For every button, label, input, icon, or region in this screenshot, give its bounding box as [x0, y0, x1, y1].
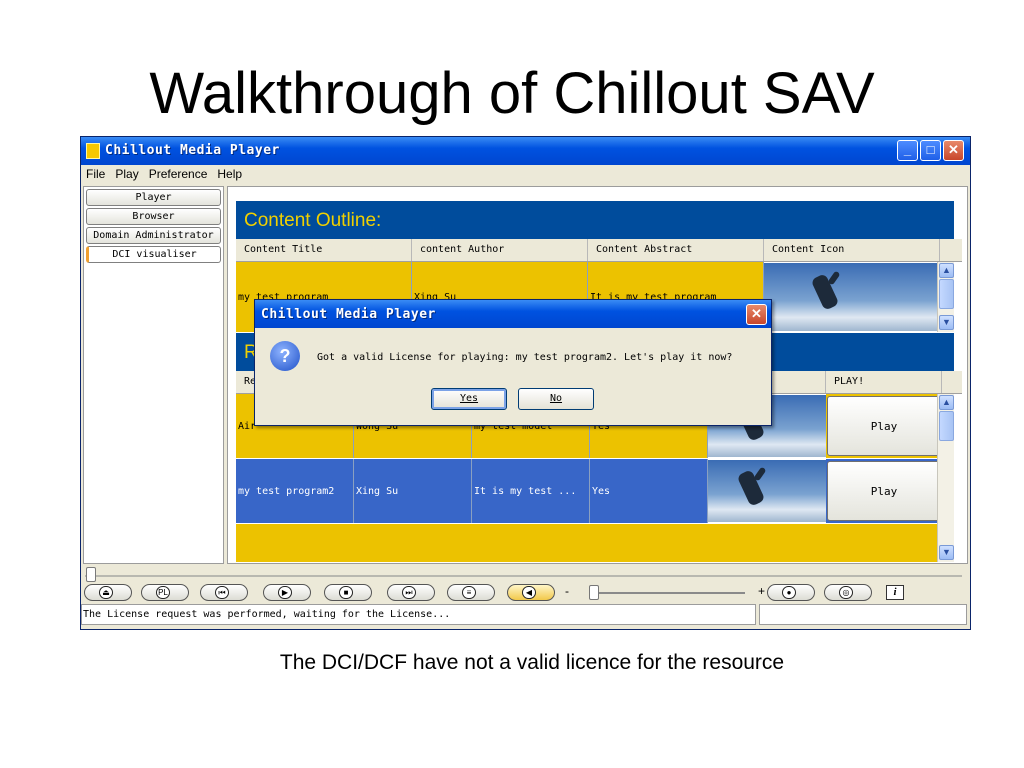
scroll-thumb[interactable]	[939, 279, 954, 309]
resource-author-cell: Xing Su	[354, 459, 472, 523]
scroll-thumb[interactable]	[939, 411, 954, 441]
dialog-close-button[interactable]: ✕	[746, 304, 767, 325]
volume-track[interactable]	[593, 592, 745, 594]
empty-row	[236, 524, 942, 562]
mute-button[interactable]: ◀	[507, 584, 555, 601]
eject-button[interactable]: ⏏	[84, 584, 132, 601]
play-button[interactable]: Play	[827, 396, 941, 456]
eject-icon: ⏏	[99, 586, 113, 599]
column-header[interactable]: Content Abstract	[588, 239, 764, 261]
menu-help[interactable]: Help	[212, 165, 247, 181]
playlist-button[interactable]: PL	[141, 584, 189, 601]
volume-icon: ◀	[522, 586, 536, 599]
menu-preference[interactable]: Preference	[144, 165, 213, 181]
play-icon: ▶	[278, 586, 292, 599]
record-button[interactable]: ●	[767, 584, 815, 601]
volume-plus-label: +	[758, 584, 766, 598]
dialog-titlebar[interactable]: Chillout Media Player ✕	[255, 300, 771, 328]
scroll-down-icon[interactable]: ▼	[939, 315, 954, 330]
previous-button[interactable]: ⏮	[200, 584, 248, 601]
license-dialog: Chillout Media Player ✕ ? Got a valid Li…	[254, 299, 772, 426]
info-icon[interactable]: i	[886, 585, 904, 600]
column-header[interactable]: Content Title	[236, 239, 412, 261]
fullscreen-icon: ◎	[839, 586, 853, 599]
app-icon	[86, 143, 100, 159]
sidebar-item-domain-administrator[interactable]: Domain Administrator	[86, 227, 221, 244]
scroll-up-icon[interactable]: ▲	[939, 263, 954, 278]
equalizer-icon: ≡	[462, 586, 476, 599]
stop-button[interactable]: ■	[324, 584, 372, 601]
close-button[interactable]: ✕	[943, 140, 964, 161]
no-button[interactable]: No	[518, 388, 594, 410]
window-titlebar[interactable]: Chillout Media Player _ □ ✕	[81, 137, 970, 165]
minimize-button[interactable]: _	[897, 140, 918, 161]
sidebar-item-player[interactable]: Player	[86, 189, 221, 206]
resource-icon-image	[708, 460, 826, 522]
menu-bar: File Play Preference Help	[81, 165, 970, 184]
next-icon: ⏭	[402, 586, 416, 599]
equalizer-button[interactable]: ≡	[447, 584, 495, 601]
next-button[interactable]: ⏭	[387, 584, 435, 601]
sidebar: Player Browser Domain Administrator DCI …	[83, 186, 224, 564]
status-box	[759, 604, 967, 625]
dialog-title: Chillout Media Player	[261, 307, 436, 322]
playlist-icon: PL	[156, 586, 170, 599]
yes-button[interactable]: Yes	[431, 388, 507, 410]
table-row[interactable]: my test program2 Xing Su It is my test .…	[236, 459, 942, 523]
resource-title-cell: my test program2	[236, 459, 354, 523]
slide-caption: The DCI/DCF have not a valid licence for…	[279, 651, 785, 674]
volume-handle[interactable]	[589, 585, 599, 600]
column-header[interactable]: content Author	[412, 239, 588, 261]
column-header[interactable]: Content Icon	[764, 239, 940, 261]
content-icon-image	[764, 263, 940, 331]
menu-file[interactable]: File	[81, 165, 110, 181]
maximize-button[interactable]: □	[920, 140, 941, 161]
seek-handle[interactable]	[86, 567, 96, 582]
content-table-header: Content Title content Author Content Abs…	[236, 239, 962, 262]
play-control-button[interactable]: ▶	[263, 584, 311, 601]
playback-controls: ⏏ PL ⏮ ▶ ■ ⏭ ≡ ◀ - + ● ◎ i	[81, 583, 970, 603]
slide-title: Walkthrough of Chillout SAV	[149, 61, 875, 126]
dialog-message: Got a valid License for playing: my test…	[317, 352, 733, 363]
sidebar-item-browser[interactable]: Browser	[86, 208, 221, 225]
question-icon: ?	[270, 341, 300, 371]
volume-minus-label: -	[565, 584, 569, 598]
seek-track[interactable]	[85, 575, 962, 577]
content-outline-heading: Content Outline:	[236, 201, 954, 239]
content-scrollbar[interactable]: ▲ ▼	[937, 262, 954, 332]
window-title: Chillout Media Player	[105, 143, 280, 158]
scroll-down-icon[interactable]: ▼	[939, 545, 954, 560]
previous-icon: ⏮	[215, 586, 229, 599]
column-header[interactable]: PLAY!	[826, 371, 942, 393]
stop-icon: ■	[339, 586, 353, 599]
resource-abstract-cell: It is my test ...	[472, 459, 590, 523]
scroll-up-icon[interactable]: ▲	[939, 395, 954, 410]
status-bar: The License request was performed, waiti…	[81, 604, 756, 625]
record-icon: ●	[782, 586, 796, 599]
play-button[interactable]: Play	[827, 461, 941, 521]
sidebar-item-dci-visualiser[interactable]: DCI visualiser	[86, 246, 221, 263]
resource-licensed-cell: Yes	[590, 459, 708, 523]
menu-play[interactable]: Play	[110, 165, 143, 181]
fullscreen-button[interactable]: ◎	[824, 584, 872, 601]
seek-bar[interactable]	[81, 566, 970, 582]
resources-scrollbar[interactable]: ▲ ▼	[937, 394, 954, 562]
